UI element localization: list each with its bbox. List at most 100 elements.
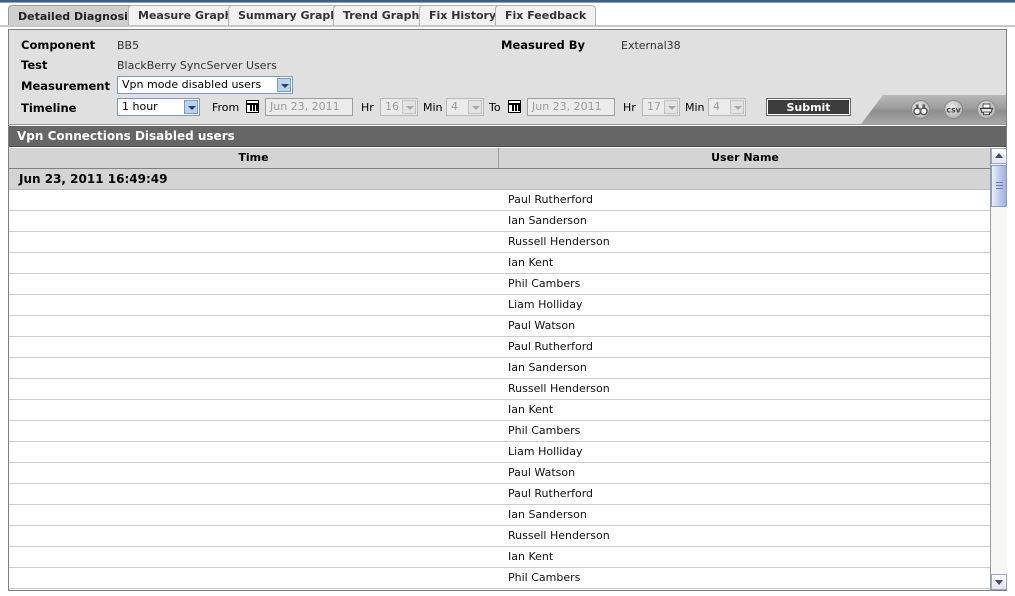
chevron-down-icon <box>277 78 291 92</box>
cell-time <box>9 400 499 420</box>
scroll-up-button[interactable] <box>991 148 1007 164</box>
csv-icon[interactable]: CSV <box>944 100 963 119</box>
table-row[interactable]: Russell Henderson <box>9 379 990 400</box>
to-hr-select[interactable]: 17 <box>642 98 680 116</box>
cell-user-name: Russell Henderson <box>508 235 610 248</box>
table-row[interactable]: Liam Holliday <box>9 442 990 463</box>
table-row[interactable]: Phil Cambers <box>9 421 990 442</box>
tab-label: Detailed Diagnosis <box>18 10 135 23</box>
chevron-down-icon <box>402 100 416 114</box>
to-date-input[interactable]: Jun 23, 2011 <box>527 98 615 116</box>
to-hr-value: 17 <box>647 100 661 113</box>
scrollbar-track[interactable] <box>991 207 1007 574</box>
component-value: BB5 <box>117 39 140 52</box>
cell-user-name: Liam Holliday <box>508 445 583 458</box>
cell-user-name: Liam Holliday <box>508 298 583 311</box>
tab-trend-graph[interactable]: Trend Graph <box>333 5 430 25</box>
table-row[interactable]: Paul Rutherford <box>9 190 990 211</box>
cell-user-name: Ian Sanderson <box>508 214 587 227</box>
group-row-timestamp: Jun 23, 2011 16:49:49 <box>9 169 990 190</box>
cell-time <box>9 358 499 378</box>
column-header-time[interactable]: Time <box>9 148 499 168</box>
table-title: Vpn Connections Disabled users <box>9 126 1006 147</box>
tab-summary-graph[interactable]: Summary Graph <box>228 5 349 25</box>
scroll-down-button[interactable] <box>991 574 1007 590</box>
table-row[interactable]: Ian Kent <box>9 253 990 274</box>
chevron-down-icon <box>468 100 482 114</box>
cell-user-name: Paul Rutherford <box>508 193 594 206</box>
column-header-user-name[interactable]: User Name <box>500 148 990 168</box>
table-row[interactable]: Ian Sanderson <box>9 211 990 232</box>
table-row[interactable]: Paul Rutherford <box>9 337 990 358</box>
cell-user-name: Ian Sanderson <box>508 508 587 521</box>
cell-user-name: Ian Kent <box>508 550 554 563</box>
table-row[interactable]: Russell Henderson <box>9 526 990 547</box>
from-min-label: Min <box>423 101 443 114</box>
tab-label: Trend Graph <box>343 9 420 22</box>
vertical-scrollbar[interactable] <box>990 148 1007 590</box>
cell-user-name: Phil Cambers <box>508 571 581 584</box>
table-row[interactable]: Ian Kent <box>9 547 990 568</box>
table-row[interactable]: Liam Holliday <box>9 589 990 590</box>
calendar-icon-to[interactable] <box>508 100 521 113</box>
tab-detailed-diagnosis[interactable]: Detailed Diagnosis <box>8 5 145 27</box>
from-hr-label: Hr <box>361 101 374 114</box>
table-row[interactable]: Paul Rutherford <box>9 484 990 505</box>
component-label: Component <box>21 38 96 52</box>
measurement-select-value: Vpn mode disabled users <box>122 78 262 91</box>
table-row[interactable]: Liam Holliday <box>9 295 990 316</box>
measured-by-value: External38 <box>621 39 681 52</box>
cell-time <box>9 190 499 210</box>
cell-user-name: Ian Kent <box>508 403 554 416</box>
table-row[interactable]: Russell Henderson <box>9 232 990 253</box>
printer-icon[interactable] <box>977 100 996 119</box>
cell-time <box>9 505 499 525</box>
measured-by-label: Measured By <box>501 38 586 52</box>
from-hr-select[interactable]: 16 <box>380 98 418 116</box>
tab-fix-feedback[interactable]: Fix Feedback <box>495 5 597 25</box>
table-row[interactable]: Phil Cambers <box>9 274 990 295</box>
calendar-icon-from[interactable] <box>246 100 259 113</box>
cell-time <box>9 421 499 441</box>
tab-bar: Detailed Diagnosis Measure Graph Summary… <box>0 3 1015 27</box>
test-label: Test <box>21 58 48 72</box>
cell-time <box>9 442 499 462</box>
tab-fix-history[interactable]: Fix History <box>419 5 507 25</box>
diagnosis-page: Detailed Diagnosis Measure Graph Summary… <box>0 0 1015 596</box>
table-row[interactable]: Ian Sanderson <box>9 505 990 526</box>
table-row[interactable]: Ian Sanderson <box>9 358 990 379</box>
timeline-select-value: 1 hour <box>122 100 158 113</box>
cell-user-name: Liam Holliday <box>500 589 990 590</box>
cell-user-name: Russell Henderson <box>508 382 610 395</box>
cell-time <box>9 295 499 315</box>
scrollbar-thumb[interactable] <box>991 165 1007 207</box>
to-min-select[interactable]: 4 <box>708 98 746 116</box>
table-row[interactable]: Phil Cambers <box>9 568 990 589</box>
chevron-down-icon <box>184 100 198 114</box>
scrollbar-grip-icon <box>996 182 1003 189</box>
cell-time <box>9 589 499 590</box>
table-row[interactable]: Paul Watson <box>9 316 990 337</box>
measurement-select[interactable]: Vpn mode disabled users <box>117 76 293 94</box>
table-row[interactable]: Paul Watson <box>9 463 990 484</box>
table-row[interactable]: Ian Kent <box>9 400 990 421</box>
tab-label: Measure Graph <box>138 9 233 22</box>
tab-measure-graph[interactable]: Measure Graph <box>128 5 243 25</box>
cell-time <box>9 232 499 252</box>
test-value: BlackBerry SyncServer Users <box>117 59 277 72</box>
to-label: To <box>489 101 501 114</box>
cell-time <box>9 211 499 231</box>
cell-time <box>9 316 499 336</box>
from-date-input[interactable]: Jun 23, 2011 <box>265 98 353 116</box>
from-min-select[interactable]: 4 <box>446 98 484 116</box>
binoculars-icon[interactable] <box>911 100 930 119</box>
svg-text:CSV: CSV <box>946 106 960 114</box>
main-panel: Component BB5 Test BlackBerry SyncServer… <box>8 29 1007 591</box>
to-min-label: Min <box>685 101 705 114</box>
cell-time <box>9 337 499 357</box>
submit-button[interactable]: Submit <box>766 98 851 116</box>
from-label: From <box>212 101 240 114</box>
cell-user-name: Paul Watson <box>508 466 576 479</box>
cell-user-name: Russell Henderson <box>508 529 610 542</box>
timeline-select[interactable]: 1 hour <box>117 98 200 116</box>
